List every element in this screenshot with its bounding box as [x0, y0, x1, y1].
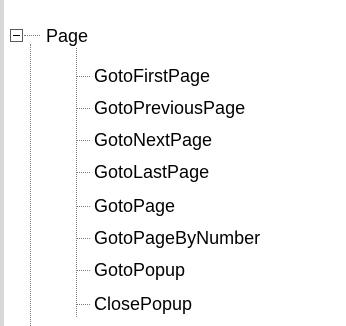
tree-node-label[interactable]: GotoFirstPage — [94, 64, 210, 88]
tree-node-gotofirstpage[interactable]: GotoFirstPage — [76, 64, 344, 92]
tree-trunk-connector — [30, 44, 31, 326]
connector-line — [76, 238, 90, 239]
connector-line — [76, 270, 90, 271]
tree-node-gotopagebynumber[interactable]: GotoPageByNumber — [76, 226, 344, 254]
collapse-minus-icon[interactable] — [10, 29, 23, 42]
tree-view[interactable]: Page GotoFirstPage GotoPreviousPage Goto… — [0, 0, 346, 326]
tree-node-gotopopup[interactable]: GotoPopup — [76, 258, 344, 286]
tree-node-label[interactable]: ClosePopup — [94, 292, 192, 316]
tree-node-label[interactable]: GotoLastPage — [94, 160, 209, 184]
tree-node-gotolastpage[interactable]: GotoLastPage — [76, 160, 344, 188]
tree-node-label[interactable]: GotoPopup — [94, 258, 185, 282]
tree-node-label[interactable]: GotoPreviousPage — [94, 96, 245, 120]
tree-node-gotonextpage[interactable]: GotoNextPage — [76, 128, 344, 156]
tree-node-label[interactable]: GotoPageByNumber — [94, 226, 260, 250]
tree-node-page[interactable]: Page — [4, 24, 344, 52]
connector-line — [76, 76, 90, 77]
connector-line — [76, 172, 90, 173]
connector-line — [76, 206, 90, 207]
tree-node-label[interactable]: GotoNextPage — [94, 128, 212, 152]
tree-node-closepopup[interactable]: ClosePopup — [76, 292, 344, 320]
tree-node-label[interactable]: Page — [46, 24, 88, 48]
tree-node-label[interactable]: GotoPage — [94, 194, 175, 218]
root-connector-line — [24, 35, 40, 36]
connector-line — [76, 108, 90, 109]
tree-node-gotopage[interactable]: GotoPage — [76, 194, 344, 222]
connector-line — [76, 304, 90, 305]
connector-line — [76, 140, 90, 141]
tree-node-gotopreviouspage[interactable]: GotoPreviousPage — [76, 96, 344, 124]
